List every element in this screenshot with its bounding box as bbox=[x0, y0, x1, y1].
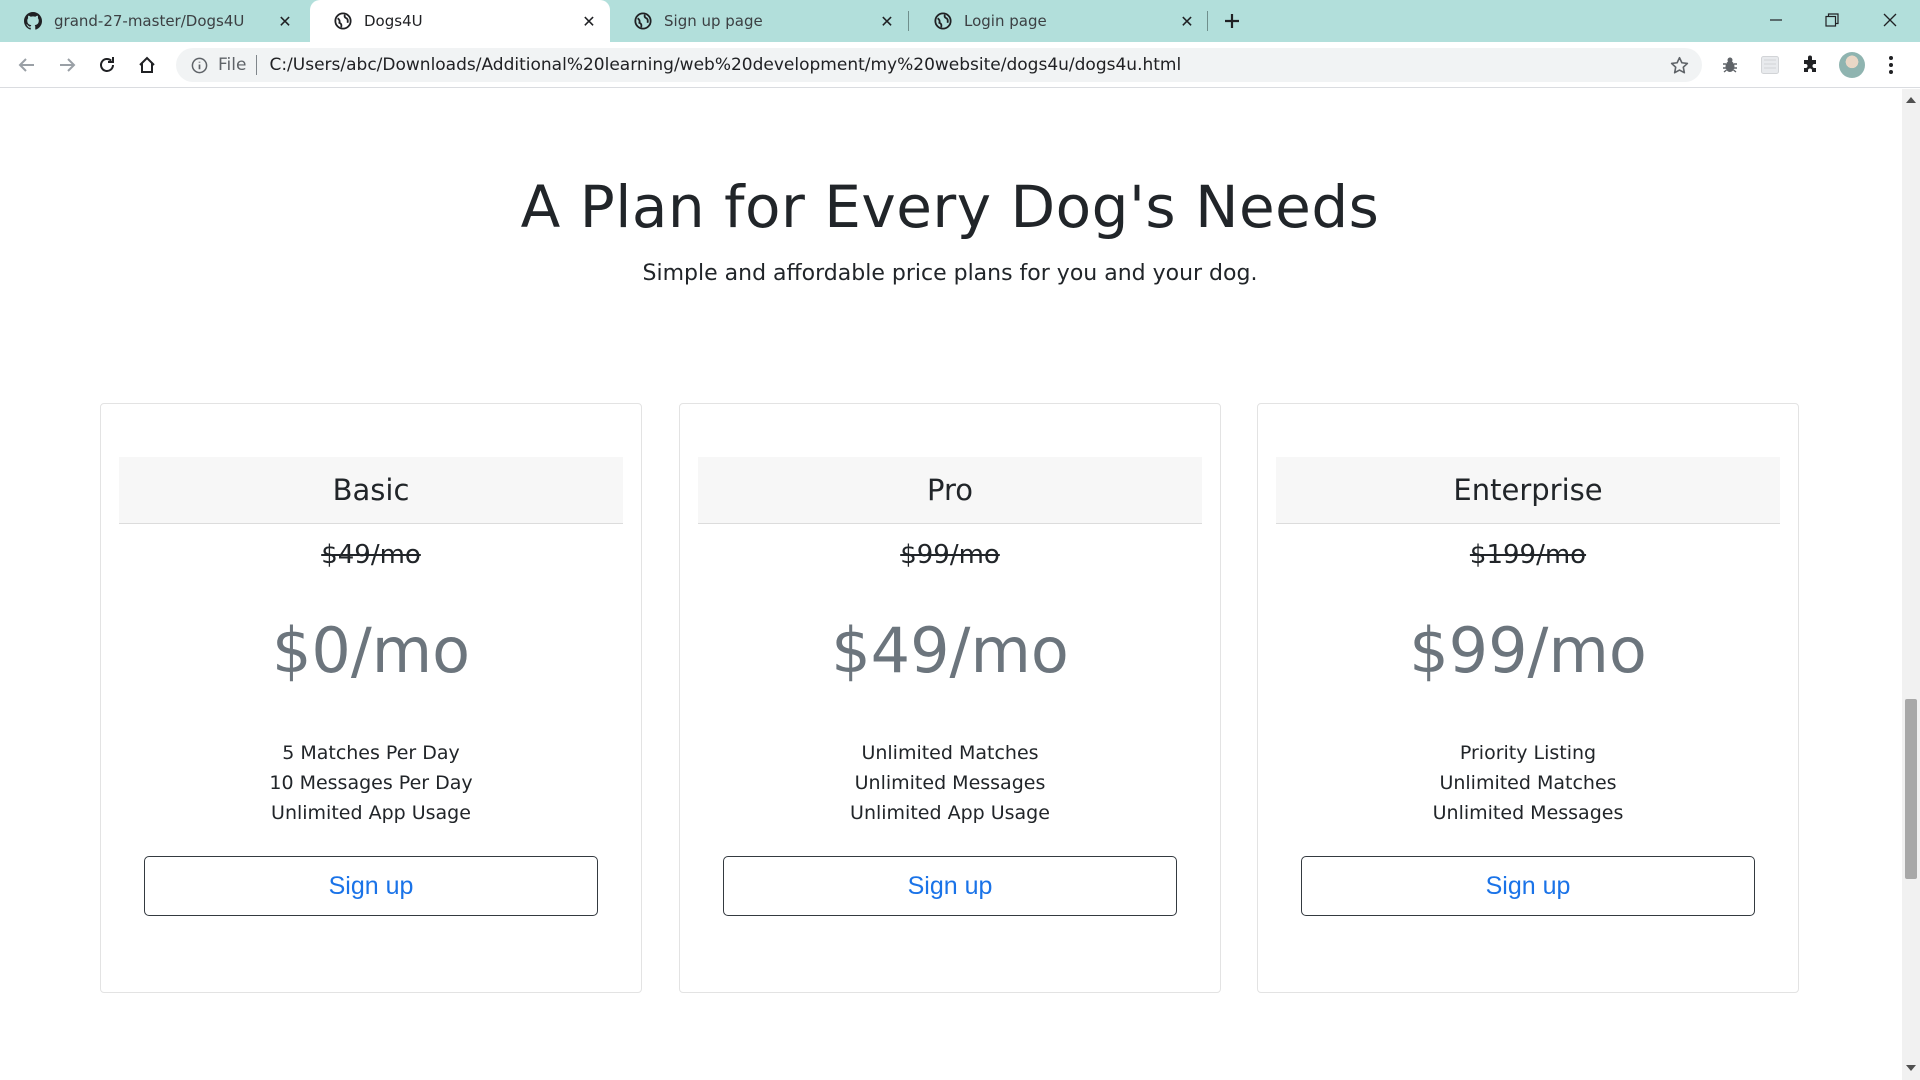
plan-feature: Unlimited Messages bbox=[1432, 802, 1624, 824]
plan-price: $0/mo bbox=[271, 614, 471, 687]
globe-icon bbox=[334, 12, 352, 30]
minimize-button[interactable] bbox=[1748, 0, 1804, 40]
kebab-menu-icon[interactable] bbox=[1878, 52, 1904, 78]
extension-placeholder-icon[interactable] bbox=[1757, 52, 1783, 78]
sign-up-button-pro[interactable]: Sign up bbox=[723, 856, 1177, 916]
tab-strip: grand-27-master/Dogs4U ✕ Dogs4U ✕ Sign u… bbox=[0, 0, 1920, 42]
plan-old-price: $99/mo bbox=[900, 540, 1000, 570]
scroll-down-arrow-icon[interactable] bbox=[1902, 1061, 1920, 1075]
vertical-scrollbar[interactable] bbox=[1902, 89, 1920, 1080]
profile-avatar[interactable] bbox=[1839, 52, 1865, 78]
tab-github[interactable]: grand-27-master/Dogs4U ✕ bbox=[0, 0, 306, 42]
restore-button[interactable] bbox=[1804, 0, 1860, 40]
globe-icon bbox=[934, 12, 952, 30]
info-icon[interactable] bbox=[190, 56, 208, 74]
close-icon[interactable]: ✕ bbox=[1176, 10, 1198, 32]
sign-up-button-enterprise[interactable]: Sign up bbox=[1301, 856, 1755, 916]
plan-old-price: $49/mo bbox=[321, 540, 421, 570]
plan-feature: Unlimited App Usage bbox=[850, 802, 1050, 824]
browser-toolbar: File C:/Users/abc/Downloads/Additional%2… bbox=[0, 42, 1920, 88]
new-tab-button[interactable] bbox=[1218, 7, 1246, 35]
page-subtitle: Simple and affordable price plans for yo… bbox=[642, 261, 1258, 286]
plan-price: $49/mo bbox=[831, 614, 1069, 687]
plus-icon bbox=[1225, 14, 1239, 28]
plan-name: Basic bbox=[119, 457, 623, 524]
plan-feature: Unlimited Matches bbox=[861, 742, 1039, 764]
close-window-button[interactable] bbox=[1862, 0, 1918, 40]
plan-feature: 10 Messages Per Day bbox=[269, 772, 473, 794]
plan-price: $99/mo bbox=[1409, 614, 1647, 687]
scrollbar-thumb[interactable] bbox=[1905, 699, 1917, 879]
plan-feature: Unlimited Messages bbox=[854, 772, 1046, 794]
plan-feature: Unlimited App Usage bbox=[271, 802, 471, 824]
tab-title: Sign up page bbox=[664, 12, 763, 30]
bug-extension-icon[interactable] bbox=[1717, 52, 1743, 78]
minimize-icon bbox=[1770, 19, 1782, 21]
tab-login-page[interactable]: Login page ✕ bbox=[910, 0, 1208, 42]
tab-separator bbox=[1207, 11, 1208, 31]
plan-card-basic: Basic $49/mo $0/mo 5 Matches Per Day 10 … bbox=[100, 403, 642, 993]
scroll-up-arrow-icon[interactable] bbox=[1902, 93, 1920, 107]
scheme-label: File bbox=[218, 55, 247, 75]
tab-dogs4u[interactable]: Dogs4U ✕ bbox=[310, 0, 610, 42]
divider bbox=[256, 55, 258, 75]
sign-up-button-basic[interactable]: Sign up bbox=[144, 856, 598, 916]
close-icon bbox=[1883, 13, 1897, 27]
reload-button[interactable] bbox=[92, 50, 122, 80]
plan-features: Priority Listing Unlimited Matches Unlim… bbox=[1258, 738, 1798, 828]
plan-features: 5 Matches Per Day 10 Messages Per Day Un… bbox=[101, 738, 641, 828]
tab-title: grand-27-master/Dogs4U bbox=[54, 12, 245, 30]
home-icon bbox=[139, 56, 155, 73]
restore-icon bbox=[1825, 13, 1839, 27]
plan-name: Pro bbox=[698, 457, 1202, 524]
url-text[interactable]: C:/Users/abc/Downloads/Additional%20lear… bbox=[269, 55, 1662, 75]
arrow-left-icon bbox=[18, 58, 34, 72]
globe-icon bbox=[634, 12, 652, 30]
tab-title: Dogs4U bbox=[364, 12, 423, 30]
puzzle-extensions-icon[interactable] bbox=[1797, 52, 1823, 78]
home-button[interactable] bbox=[132, 50, 162, 80]
arrow-right-icon bbox=[60, 58, 76, 72]
plan-features: Unlimited Matches Unlimited Messages Unl… bbox=[680, 738, 1220, 828]
star-icon[interactable] bbox=[1662, 48, 1696, 82]
address-bar[interactable]: File C:/Users/abc/Downloads/Additional%2… bbox=[176, 48, 1702, 82]
github-icon bbox=[24, 12, 42, 30]
plan-old-price: $199/mo bbox=[1469, 540, 1587, 570]
plan-card-pro: Pro $99/mo $49/mo Unlimited Matches Unli… bbox=[679, 403, 1221, 993]
page-viewport: A Plan for Every Dog's Needs Simple and … bbox=[0, 89, 1902, 1080]
forward-button[interactable] bbox=[52, 50, 82, 80]
close-icon[interactable]: ✕ bbox=[876, 10, 898, 32]
tab-title: Login page bbox=[964, 12, 1047, 30]
plan-name: Enterprise bbox=[1276, 457, 1780, 524]
plan-card-enterprise: Enterprise $199/mo $99/mo Priority Listi… bbox=[1257, 403, 1799, 993]
close-icon[interactable]: ✕ bbox=[578, 10, 600, 32]
plan-feature: 5 Matches Per Day bbox=[282, 742, 460, 764]
plan-feature: Unlimited Matches bbox=[1439, 772, 1617, 794]
close-icon[interactable]: ✕ bbox=[274, 10, 296, 32]
tab-sign-up-page[interactable]: Sign up page ✕ bbox=[610, 0, 908, 42]
reload-icon bbox=[100, 57, 114, 72]
page-title: A Plan for Every Dog's Needs bbox=[520, 173, 1380, 241]
tab-separator bbox=[908, 11, 909, 31]
back-button[interactable] bbox=[12, 50, 42, 80]
plan-feature: Priority Listing bbox=[1459, 742, 1597, 764]
